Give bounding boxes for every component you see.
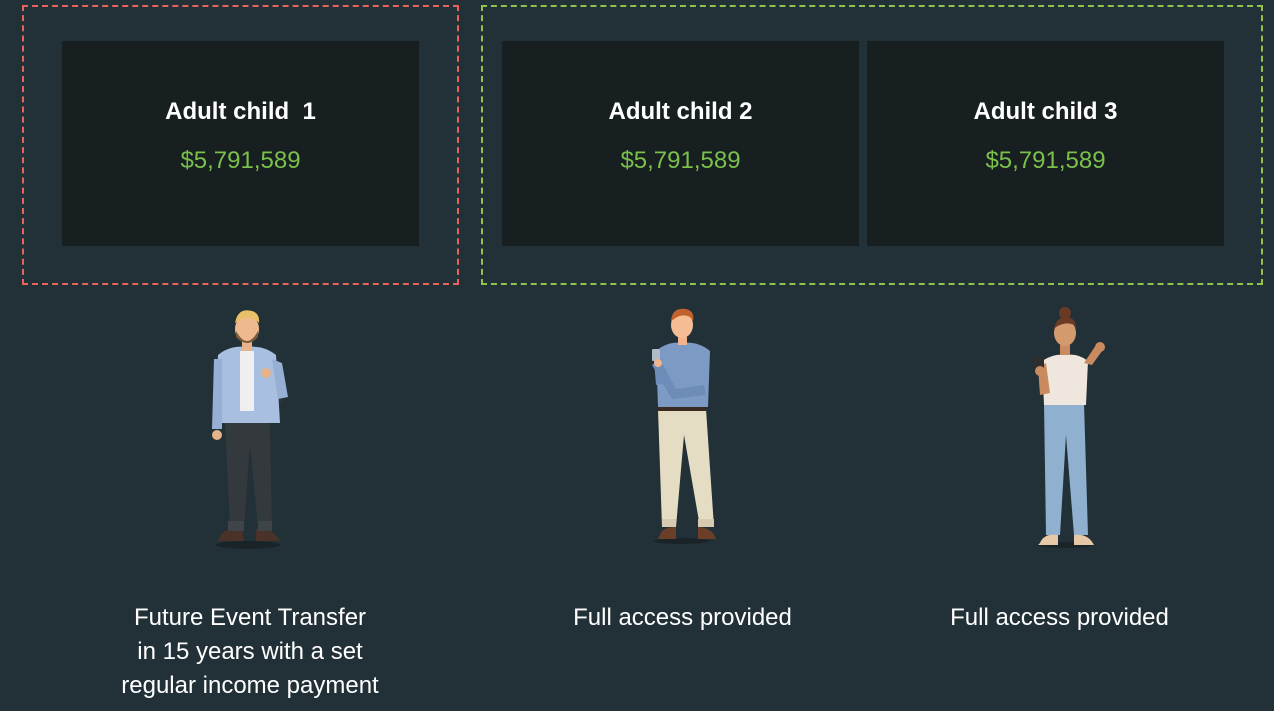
beneficiary-card-adult-child-2[interactable]: Adult child 2 $5,791,589 — [502, 41, 859, 246]
card-amount: $5,791,589 — [620, 147, 741, 174]
card-amount: $5,791,589 — [985, 147, 1106, 174]
woman-with-phone-illustration — [1034, 307, 1105, 548]
caption-adult-child-2: Full access provided — [573, 604, 792, 631]
beneficiary-card-adult-child-3[interactable]: Adult child 3 $5,791,589 — [867, 41, 1224, 246]
man-with-phone-illustration — [652, 308, 716, 544]
card-title: Adult child 3 — [973, 98, 1118, 125]
man-with-backpack-illustration — [212, 310, 288, 549]
caption-adult-child-1: Future Event Transfer in 15 years with a… — [121, 604, 379, 699]
beneficiary-card-adult-child-1[interactable]: Adult child 1 $5,791,589 — [62, 41, 419, 246]
caption-adult-child-3: Full access provided — [950, 604, 1169, 631]
card-title: Adult child 1 — [165, 98, 316, 125]
card-amount: $5,791,589 — [180, 147, 301, 174]
card-title: Adult child 2 — [608, 98, 753, 125]
